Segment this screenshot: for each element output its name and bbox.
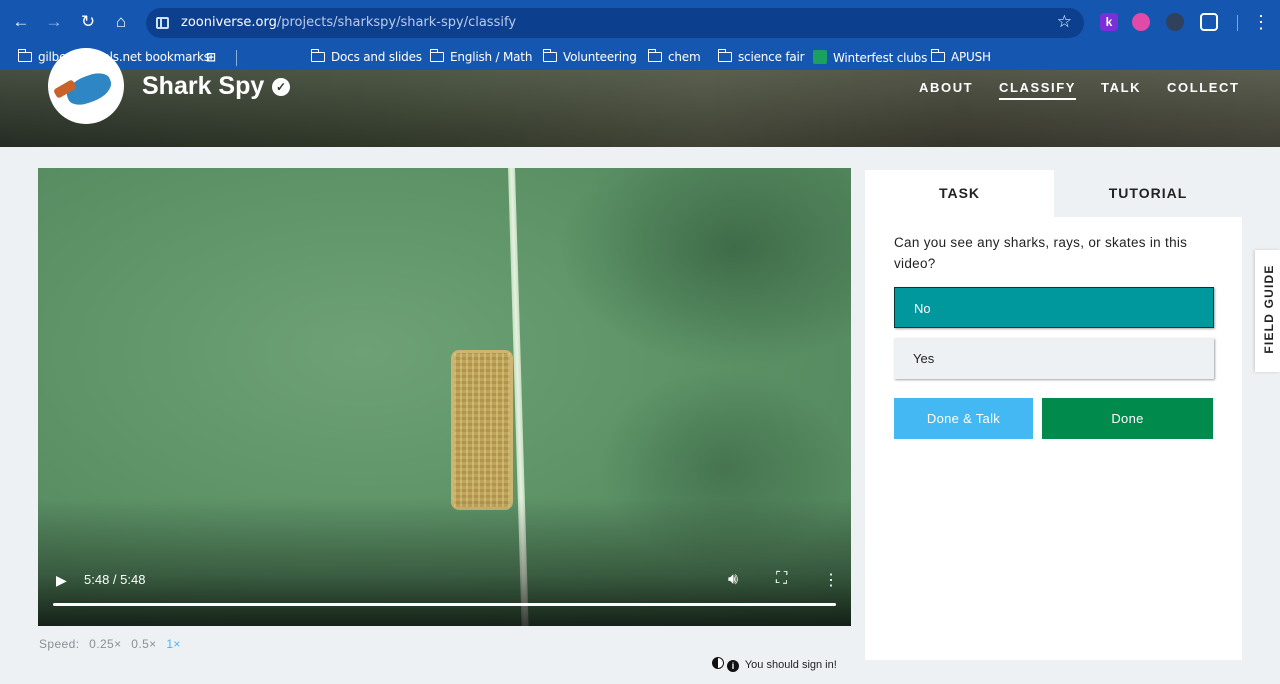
puzzle-extensions-icon[interactable] (1200, 13, 1218, 31)
bookmark-science-fair[interactable]: science fair (717, 49, 805, 68)
address-bar[interactable]: zooniverse.org/projects/sharkspy/shark-s… (146, 8, 1084, 38)
nav-collect[interactable]: COLLECT (1167, 80, 1240, 95)
folder-icon (717, 49, 732, 62)
sign-in-text: You should sign in! (744, 659, 837, 671)
fullscreen-icon[interactable]: ⛶ (776, 570, 787, 588)
task-question: Can you see any sharks, rays, or skates … (894, 235, 1188, 271)
bookmark-docs-and-slides[interactable]: Docs and slides (310, 49, 422, 68)
video-extension-icon[interactable] (1132, 13, 1150, 31)
speed-option-1[interactable]: 1× (166, 637, 180, 651)
browser-menu-icon[interactable]: ⋮ (1252, 12, 1270, 32)
speed-label: Speed: (39, 637, 80, 651)
task-panel: TASK TUTORIAL Can you see any sharks, ra… (865, 170, 1242, 660)
bookmark-winterfest-clubs[interactable]: Winterfest clubs (813, 50, 927, 68)
contrast-icon[interactable] (712, 657, 724, 669)
answer-no-button[interactable]: No (894, 287, 1214, 328)
field-guide-label: FIELD GUIDE (1262, 264, 1276, 354)
speed-controls: Speed: 0.25× 0.5× 1× (39, 637, 187, 651)
k-extension-icon[interactable]: k (1100, 13, 1118, 31)
folder-icon (429, 49, 444, 62)
browser-chrome: ← → ↻ ⌂ zooniverse.org/projects/sharkspy… (0, 0, 1280, 111)
apps-grid-icon[interactable]: ⊞ (206, 50, 216, 68)
video-controls: ▶ 5:48 / 5:48 🔊︎ ⛶ ⋮ (38, 564, 851, 626)
video-options-icon[interactable]: ⋮ (823, 570, 839, 590)
home-icon[interactable]: ⌂ (110, 11, 132, 33)
browser-toolbar: ← → ↻ ⌂ zooniverse.org/projects/sharkspy… (0, 0, 1280, 46)
bookmarks-divider (236, 50, 237, 66)
done-button[interactable]: Done (1042, 398, 1213, 439)
volume-icon[interactable]: 🔊︎ (728, 571, 738, 589)
video-frame-shadow (558, 168, 851, 368)
tab-task[interactable]: TASK (865, 170, 1054, 217)
field-guide-tab[interactable]: FIELD GUIDE (1255, 250, 1280, 372)
folder-icon (647, 49, 662, 62)
sign-in-notice: i You should sign in! (712, 657, 837, 672)
url-text[interactable]: zooniverse.org/projects/sharkspy/shark-s… (181, 15, 516, 30)
nav-about[interactable]: ABOUT (919, 80, 973, 95)
video-time: 5:48 / 5:48 (84, 572, 146, 587)
done-and-talk-button[interactable]: Done & Talk (894, 398, 1033, 439)
project-avatar[interactable] (48, 48, 124, 124)
extension-icon[interactable] (1166, 13, 1184, 31)
folder-icon (310, 49, 325, 62)
bookmark-chem[interactable]: chem (647, 49, 701, 68)
speed-option-0-5[interactable]: 0.5× (131, 637, 156, 651)
reload-icon[interactable]: ↻ (77, 11, 99, 33)
forward-icon[interactable]: → (43, 11, 65, 33)
bookmarks-bar: gilbertschools.net bookmarks ⊞ Docs and … (0, 46, 1280, 111)
managed-folder-icon (17, 49, 32, 62)
answer-yes-button[interactable]: Yes (894, 338, 1214, 379)
bookmark-english-math[interactable]: English / Math (429, 49, 532, 68)
video-progress-bar[interactable] (53, 603, 836, 606)
video-bait-trap (451, 350, 513, 510)
folder-icon (542, 49, 557, 62)
bookmark-volunteering[interactable]: Volunteering (542, 49, 637, 68)
nav-talk[interactable]: TALK (1101, 80, 1141, 95)
bookmark-star-icon[interactable]: ☆ (1057, 12, 1072, 32)
speed-option-0-25[interactable]: 0.25× (89, 637, 121, 651)
tab-tutorial[interactable]: TUTORIAL (1054, 170, 1242, 217)
nav-classify[interactable]: CLASSIFY (999, 80, 1077, 100)
bookmark-apush[interactable]: APUSH (930, 49, 991, 68)
subject-video[interactable]: ▶ 5:48 / 5:48 🔊︎ ⛶ ⋮ (38, 168, 851, 626)
folder-icon (930, 49, 945, 62)
project-title[interactable]: Shark Spy (142, 72, 264, 101)
toolbar-divider (1237, 15, 1238, 31)
back-icon[interactable]: ← (10, 11, 32, 33)
sheets-icon (813, 50, 827, 64)
site-info-icon[interactable] (156, 17, 169, 29)
verified-check-icon: ✓ (272, 78, 290, 96)
play-icon[interactable]: ▶ (56, 572, 67, 589)
info-icon[interactable]: i (727, 660, 739, 672)
